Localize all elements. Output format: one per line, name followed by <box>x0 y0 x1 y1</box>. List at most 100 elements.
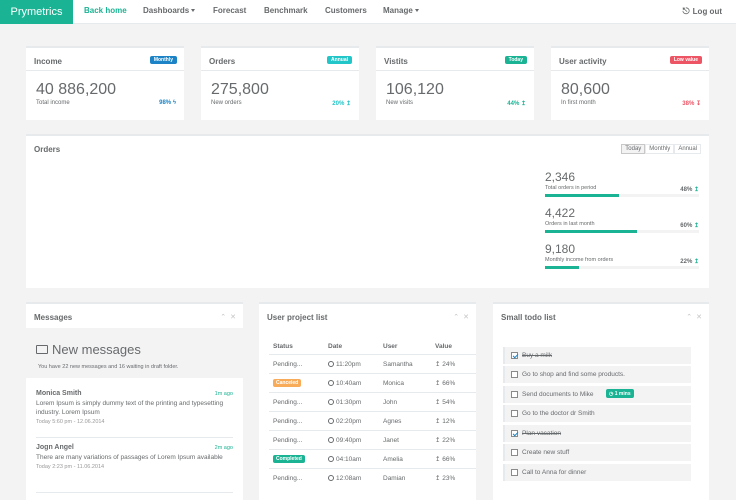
value-text: 66% <box>442 380 456 387</box>
nav-manage-label: Manage <box>383 6 413 15</box>
time-badge-text: 1 mins <box>614 390 631 397</box>
progress-fill <box>545 230 638 233</box>
chevron-down-icon <box>414 9 419 13</box>
nav-back-home[interactable]: Back home <box>84 0 127 24</box>
message-text: There are many variations of passages of… <box>36 454 223 461</box>
progress-fill <box>545 194 619 197</box>
todo-checkbox[interactable] <box>511 449 518 456</box>
stat-percent: 38% ↧ <box>682 100 701 107</box>
message-item[interactable]: Jogn Angel 2m ago There are many variati… <box>36 444 233 470</box>
todo-checkbox[interactable] <box>511 410 518 417</box>
date-value: 10:40am <box>336 379 362 387</box>
message-sender: Jogn Angel <box>36 444 74 451</box>
todo-panel: Small todo list ⌃ ✕ Buy a milk Go to shop… <box>493 302 709 500</box>
nav-forecast[interactable]: Forecast <box>213 0 246 24</box>
column-header-status: Status <box>269 339 324 355</box>
clock-icon <box>328 379 334 386</box>
level-up-icon: ↥ <box>435 361 441 368</box>
stat-title: Orders <box>209 57 236 66</box>
divider <box>201 70 359 71</box>
nav-benchmark[interactable]: Benchmark <box>264 0 308 24</box>
message-item[interactable]: Monica Smith 1m ago Lorem Ipsum is simpl… <box>36 390 233 425</box>
chevron-up-icon[interactable]: ⌃ <box>686 314 692 321</box>
user-cell: Monica <box>379 373 431 393</box>
user-cell: Damian <box>379 468 431 488</box>
status-badge: Annual <box>327 56 352 64</box>
table-row: Pending... 01:30pm John ↥ 54% <box>269 392 476 412</box>
todo-text: Plan vacation <box>522 429 562 437</box>
status-cell: Pending... <box>269 430 324 450</box>
level-up-icon: ↥ <box>435 380 441 387</box>
messages-panel: Messages ⌃ ✕ New messages You have 22 new… <box>26 302 243 500</box>
orders-stat-percent-value: 22% <box>680 259 693 265</box>
stat-subtitle: In first month <box>561 100 596 106</box>
orders-panel: Orders Today Monthly Annual 2,346 Total … <box>26 134 709 288</box>
close-icon[interactable]: ✕ <box>230 314 236 321</box>
todo-item[interactable]: Plan vacation <box>503 425 691 442</box>
table-row: Pending... 12:08am Damian ↥ 23% <box>269 468 476 488</box>
status-cell: Canceled <box>269 373 324 393</box>
close-icon[interactable]: ✕ <box>463 314 469 321</box>
value-cell: ↥ 66% <box>431 449 476 469</box>
user-cell: John <box>379 392 431 412</box>
todo-checkbox[interactable] <box>511 469 518 476</box>
panel-title: Messages <box>34 313 73 322</box>
todo-item[interactable]: Create new stuff <box>503 444 691 461</box>
stat-value: 80,600 <box>561 81 610 98</box>
stat-title: Vistits <box>384 57 408 66</box>
progress-bar <box>545 266 699 269</box>
nav-manage[interactable]: Manage <box>383 0 419 24</box>
orders-stat-percent-value: 60% <box>680 223 693 229</box>
orders-stat-percent: 60% ↥ <box>680 222 699 229</box>
status-badge: Monthly <box>149 56 177 64</box>
todo-checkbox[interactable] <box>511 371 518 378</box>
stat-subtitle: Total income <box>36 100 70 106</box>
nav-dashboards[interactable]: Dashboards <box>143 0 196 24</box>
brand-logo[interactable]: Prymetrics <box>0 0 73 24</box>
status-badge: Canceled <box>273 379 302 387</box>
value-cell: ↥ 54% <box>431 392 476 412</box>
logout-link[interactable]: ⎋ Log out <box>683 0 722 24</box>
todo-text: Buy a milk <box>522 351 552 359</box>
todo-item[interactable]: Go to the doctor dr Smith <box>503 405 691 422</box>
orders-stat-value: 2,346 <box>545 170 576 184</box>
message-text: Lorem Ipsum is simply dummy text of the … <box>36 400 224 416</box>
chevron-up-icon[interactable]: ⌃ <box>453 314 459 321</box>
table-header-row: Status Date User Value <box>269 339 476 355</box>
todo-item[interactable]: Go to shop and find some products. <box>503 366 691 383</box>
todo-checkbox[interactable] <box>511 352 518 359</box>
date-value: 02:20pm <box>336 417 362 425</box>
clock-icon <box>328 360 334 367</box>
orders-stat-percent: 22% ↥ <box>680 258 699 265</box>
todo-checkbox[interactable] <box>511 430 518 437</box>
value-text: 66% <box>442 456 456 463</box>
status-badge: Low value <box>669 56 702 64</box>
close-icon[interactable]: ✕ <box>696 314 702 321</box>
stat-value: 40 886,200 <box>36 81 117 98</box>
messages-header: New messages You have 22 new messages an… <box>26 328 243 378</box>
column-header-user: User <box>379 339 431 355</box>
range-monthly-button[interactable]: Monthly <box>645 144 675 154</box>
todo-item[interactable]: Call to Anna for dinner <box>503 464 691 481</box>
todo-text: Call to Anna for dinner <box>522 468 587 476</box>
todo-text: Create new stuff <box>522 448 570 456</box>
orders-chart-area <box>34 160 534 284</box>
chevron-up-icon[interactable]: ⌃ <box>220 314 226 321</box>
nav-dashboards-label: Dashboards <box>143 6 190 15</box>
todo-checkbox[interactable] <box>511 391 518 398</box>
level-up-icon: ↥ <box>435 456 441 463</box>
divider <box>376 70 534 71</box>
todo-item[interactable]: Send documents to Mike ◷ 1 mins <box>503 386 691 403</box>
range-today-button[interactable]: Today <box>621 144 646 154</box>
message-time-ago: 1m ago <box>214 391 233 397</box>
status-cell: Pending... <box>269 392 324 412</box>
todo-item[interactable]: Buy a milk <box>503 347 691 364</box>
stat-box-orders: Orders Annual 275,800 New orders 20% ↥ <box>201 46 359 120</box>
table-row: Completed 04:10am Amelia ↥ 66% <box>269 449 476 469</box>
date-value: 09:40pm <box>336 436 362 444</box>
range-annual-button[interactable]: Annual <box>674 144 701 154</box>
panel-tools: ⌃ ✕ <box>682 313 702 321</box>
top-navbar: Prymetrics Back home Dashboards Forecast… <box>0 0 736 24</box>
nav-customers[interactable]: Customers <box>325 0 367 24</box>
date-value: 12:08am <box>336 474 362 482</box>
